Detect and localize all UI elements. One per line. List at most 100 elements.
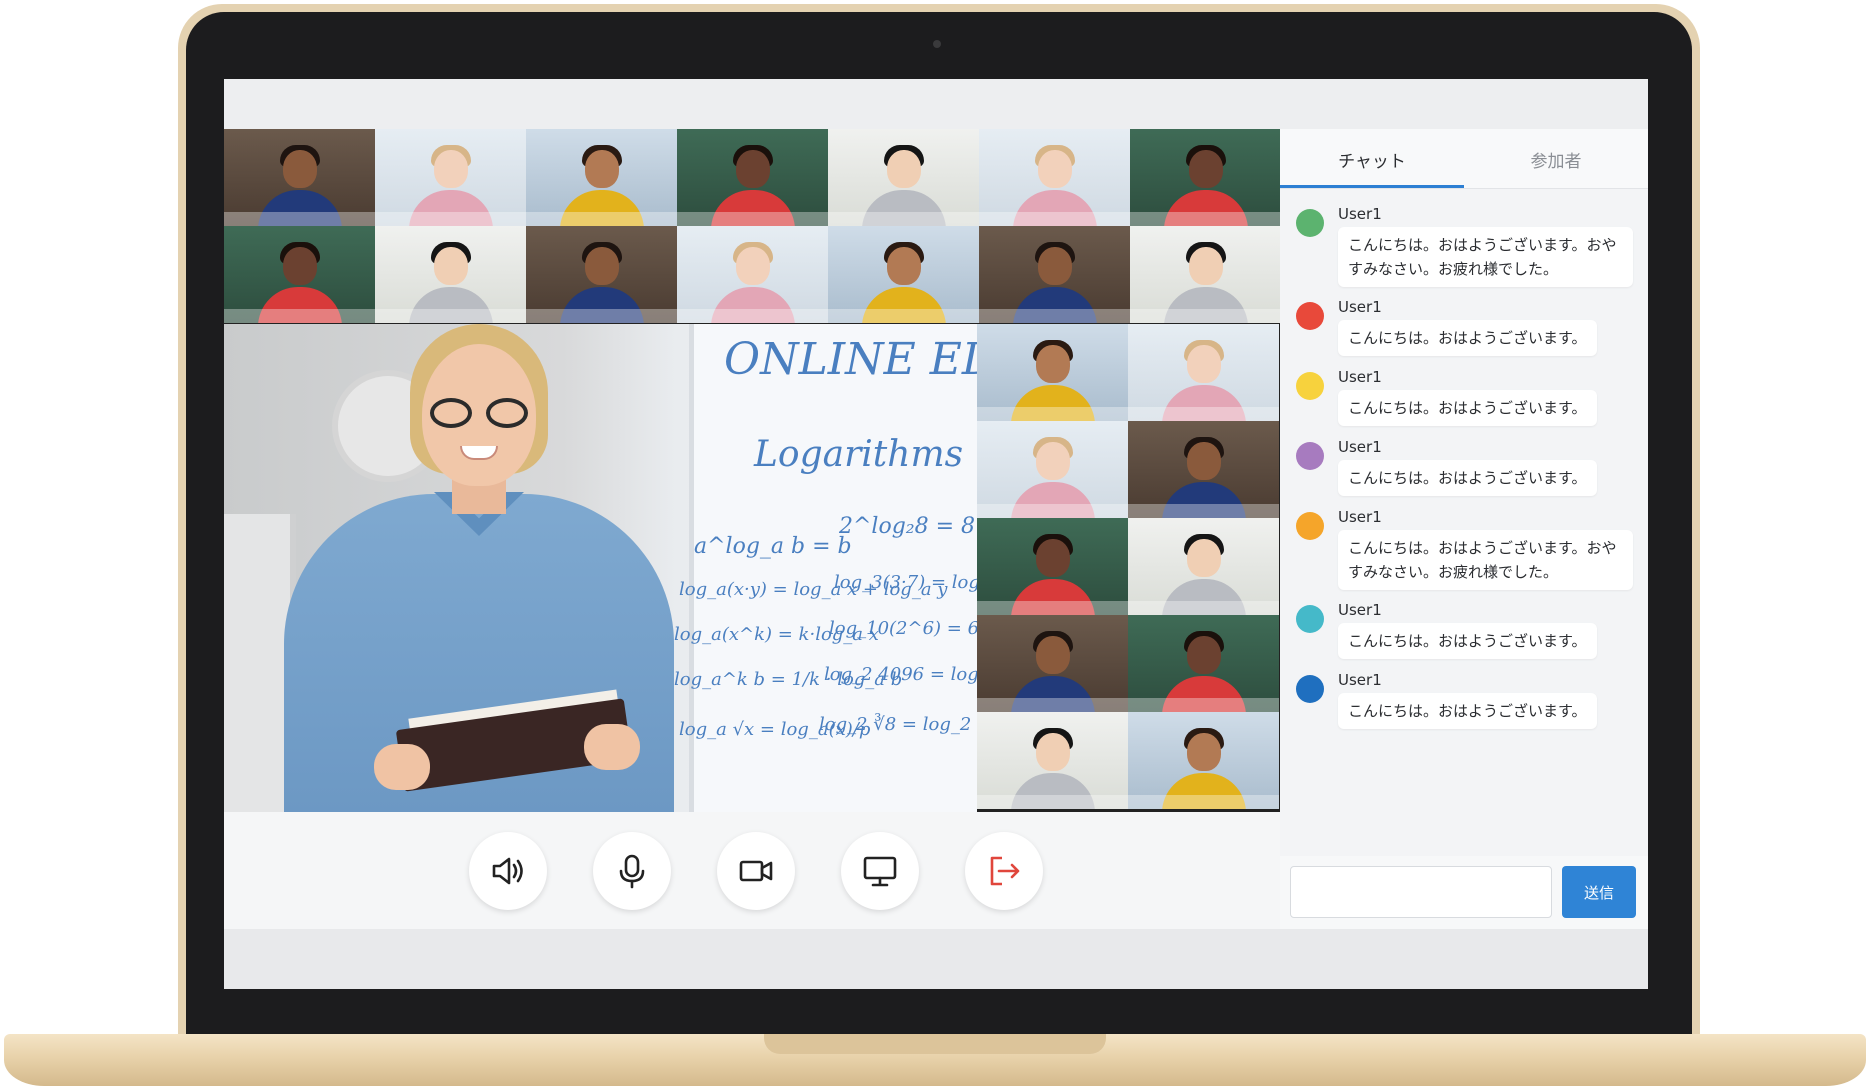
whiteboard-formula: log_10(2^6) = 6·log_10 2	[829, 618, 977, 639]
desk	[677, 309, 828, 323]
desk	[375, 212, 526, 226]
participant-video-tile[interactable]	[224, 129, 375, 226]
participant-video-tile[interactable]	[977, 324, 1128, 421]
laptop-base-notch	[764, 1034, 1106, 1054]
participant-face	[735, 247, 770, 286]
participant-video-tile[interactable]	[979, 226, 1130, 323]
desk	[224, 309, 375, 323]
message-username: User1	[1338, 601, 1382, 619]
avatar	[1296, 605, 1324, 633]
message-bubble: こんにちは。おはようございます。	[1338, 460, 1597, 496]
active-tab-indicator	[1280, 185, 1464, 188]
participant-face	[1188, 150, 1223, 189]
participant-video-tile[interactable]	[828, 129, 979, 226]
participant-video-tile[interactable]	[526, 129, 677, 226]
avatar	[1296, 442, 1324, 470]
call-controls	[224, 812, 1280, 929]
speaker-icon	[492, 857, 523, 885]
participant-video-tile[interactable]	[977, 615, 1128, 712]
whiteboard-formula: 2^log₂8 = 8	[839, 514, 976, 539]
participant-face	[1035, 636, 1070, 675]
chat-input[interactable]	[1290, 866, 1552, 918]
message-bubble: こんにちは。おはようございます。おやすみなさい。お疲れ様でした。	[1338, 530, 1633, 590]
panel-tabs: チャット 参加者	[1280, 129, 1648, 189]
speaker-button[interactable]	[469, 832, 547, 910]
participant-video-tile[interactable]	[1128, 421, 1279, 518]
participant-face	[735, 150, 770, 189]
participant-face	[1037, 150, 1072, 189]
desk	[977, 698, 1128, 712]
participant-face	[1186, 345, 1221, 384]
message-bubble: こんにちは。おはようございます。	[1338, 320, 1597, 356]
camera-button[interactable]	[717, 832, 795, 910]
participant-video-tile[interactable]	[375, 226, 526, 323]
desk	[1128, 698, 1279, 712]
participant-video-tile[interactable]	[979, 129, 1130, 226]
message-username: User1	[1338, 438, 1382, 456]
message-username: User1	[1338, 205, 1382, 223]
participant-face	[1037, 247, 1072, 286]
participant-face	[584, 247, 619, 286]
whiteboard-heading: ONLINE EDUC	[724, 334, 977, 385]
participant-video-tile[interactable]	[1128, 518, 1279, 615]
tab-chat[interactable]: チャット	[1280, 129, 1464, 189]
monitor-icon	[863, 856, 897, 887]
webcam	[933, 40, 941, 48]
participant-face	[1035, 345, 1070, 384]
desk	[977, 407, 1128, 421]
desk	[1128, 795, 1279, 809]
desk	[977, 504, 1128, 518]
participant-video-tile[interactable]	[828, 226, 979, 323]
participant-video-tile[interactable]	[1128, 712, 1279, 809]
message-username: User1	[1338, 671, 1382, 689]
participant-video-tile[interactable]	[677, 129, 828, 226]
participant-face	[886, 150, 921, 189]
tab-participants[interactable]: 参加者	[1464, 129, 1648, 189]
send-button[interactable]: 送信	[1562, 866, 1636, 918]
video-grid: ONLINE EDUC Logarithms 2^log₂8 = 8 a^log…	[224, 129, 1281, 812]
participant-video-tile[interactable]	[1128, 324, 1279, 421]
leave-button[interactable]	[965, 832, 1043, 910]
message-bubble: こんにちは。おはようございます。	[1338, 693, 1597, 729]
participant-face	[1035, 539, 1070, 578]
desk	[224, 212, 375, 226]
participant-video-tile[interactable]	[526, 226, 677, 323]
desk	[977, 601, 1128, 615]
participant-video-tile[interactable]	[977, 518, 1128, 615]
message-username: User1	[1338, 298, 1382, 316]
avatar	[1296, 512, 1324, 540]
whiteboard-subheading: Logarithms	[754, 434, 964, 475]
participant-face	[1186, 636, 1221, 675]
main-speaker-video[interactable]: ONLINE EDUC Logarithms 2^log₂8 = 8 a^log…	[224, 324, 977, 812]
participant-face	[1035, 442, 1070, 481]
participant-face	[433, 247, 468, 286]
screen-share-button[interactable]	[841, 832, 919, 910]
participant-face	[433, 150, 468, 189]
desk	[977, 795, 1128, 809]
participant-video-tile[interactable]	[1128, 615, 1279, 712]
message-list: User1 こんにちは。おはようございます。おやすみなさい。お疲れ様でした。 U…	[1280, 189, 1648, 739]
participant-video-tile[interactable]	[224, 226, 375, 323]
app-screen: ONLINE EDUC Logarithms 2^log₂8 = 8 a^log…	[224, 79, 1648, 989]
participant-video-tile[interactable]	[1130, 226, 1281, 323]
desk	[677, 212, 828, 226]
left-hand	[374, 744, 430, 790]
desk	[828, 309, 979, 323]
desk	[828, 212, 979, 226]
avatar	[1296, 372, 1324, 400]
participant-video-tile[interactable]	[977, 421, 1128, 518]
participant-video-tile[interactable]	[1130, 129, 1281, 226]
participant-video-tile[interactable]	[977, 712, 1128, 809]
message-bubble: こんにちは。おはようございます。おやすみなさい。お疲れ様でした。	[1338, 227, 1633, 287]
microphone-button[interactable]	[593, 832, 671, 910]
whiteboard: ONLINE EDUC Logarithms 2^log₂8 = 8 a^log…	[674, 324, 977, 812]
participant-face	[282, 247, 317, 286]
participant-face	[282, 150, 317, 189]
participant-video-tile[interactable]	[375, 129, 526, 226]
participant-video-tile[interactable]	[677, 226, 828, 323]
participant-face	[1186, 733, 1221, 772]
bottom-bar	[224, 929, 1648, 989]
avatar	[1296, 675, 1324, 703]
glasses	[430, 398, 528, 428]
whiteboard-formula: log_2 ∛8 = log_2 8 / 3 = 1	[819, 714, 977, 735]
